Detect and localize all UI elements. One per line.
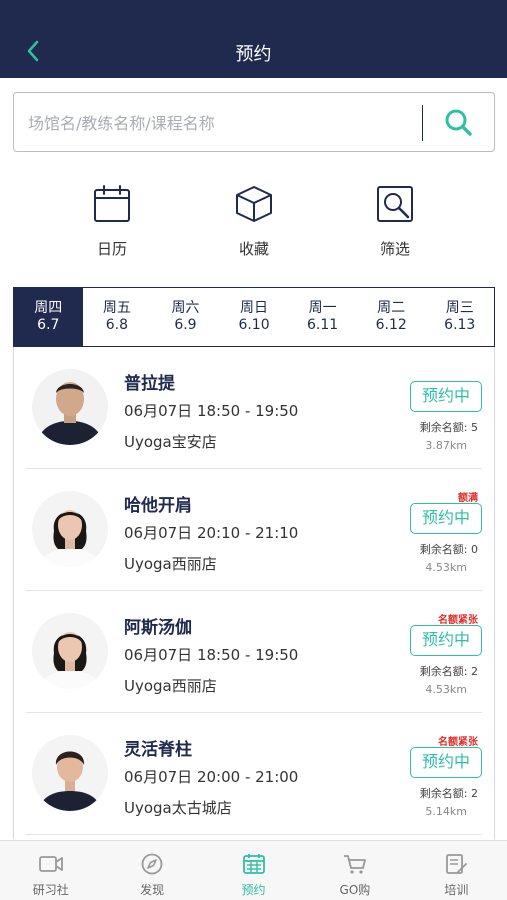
availability-badge: 名额紧张 (438, 615, 478, 626)
tab-weekday: 周二 (377, 300, 406, 316)
availability-badge: 名额紧张 (438, 737, 478, 748)
distance: 5.14km (425, 805, 467, 818)
tab-date: 6.12 (375, 317, 407, 333)
tab-study[interactable]: 研习社 (0, 841, 101, 900)
coach-avatar (32, 613, 108, 689)
book-button[interactable]: 预约中 (410, 381, 482, 412)
tab-label: 发现 (140, 883, 165, 897)
quick-actions: 日历 收藏 筛选 (0, 184, 507, 270)
date-tab-6[interactable]: 周三 6.13 (425, 288, 494, 346)
book-button[interactable]: 预约中 (410, 747, 482, 778)
search-divider (422, 105, 423, 141)
calendar-button[interactable]: 日历 (67, 184, 157, 259)
course-store: Uyoga西丽店 (124, 677, 217, 695)
tab-date: 6.9 (174, 317, 197, 333)
course-card[interactable]: 阿斯汤伽 06月07日 18:50 - 19:50 Uyoga西丽店 名额紧张 … (14, 591, 494, 713)
filter-label: 筛选 (379, 240, 410, 258)
coach-avatar (32, 735, 108, 811)
tab-booking[interactable]: 预约 (203, 841, 304, 900)
course-store: Uyoga西丽店 (124, 555, 217, 573)
tab-date: 6.10 (238, 317, 270, 333)
search-bar (13, 92, 495, 152)
page-title: 预约 (235, 44, 272, 65)
course-store: Uyoga太古城店 (124, 799, 232, 817)
coach-avatar (32, 369, 108, 445)
calendar-label: 日历 (96, 240, 127, 258)
remaining-slots: 剩余名额: 0 (419, 543, 478, 556)
search-button[interactable] (442, 107, 476, 139)
header-bar: 预约 (0, 0, 507, 78)
box-icon (236, 186, 272, 222)
tab-weekday: 周四 (34, 300, 63, 316)
course-time: 06月07日 18:50 - 19:50 (124, 402, 299, 420)
availability-badge: 额满 (458, 493, 478, 504)
coach-avatar (32, 491, 108, 567)
tab-date: 6.8 (105, 317, 128, 333)
tab-weekday: 周五 (102, 300, 131, 316)
search-input[interactable] (28, 107, 418, 139)
bottom-tab-bar: 研习社 发现 预约 GO购 培训 (0, 840, 507, 900)
tab-shop[interactable]: GO购 (304, 841, 405, 900)
tab-training[interactable]: 培训 (406, 841, 507, 900)
course-store: Uyoga宝安店 (124, 433, 217, 451)
remaining-slots: 剩余名额: 5 (419, 421, 478, 434)
distance: 4.53km (425, 683, 467, 696)
tab-discover[interactable]: 发现 (101, 841, 202, 900)
filter-search-icon (377, 186, 413, 222)
cart-icon (343, 855, 366, 874)
date-tab-5[interactable]: 周二 6.12 (357, 288, 426, 346)
tab-label: 研习社 (32, 883, 69, 897)
course-title: 阿斯汤伽 (124, 618, 192, 638)
course-card[interactable]: 普拉提 06月07日 18:50 - 19:50 Uyoga宝安店 预约中 剩余… (14, 347, 494, 469)
date-tab-1[interactable]: 周五 6.8 (83, 288, 152, 346)
tab-weekday: 周三 (445, 300, 474, 316)
tab-label: GO购 (339, 883, 371, 897)
video-camera-icon (38, 856, 63, 872)
tab-label: 培训 (444, 883, 469, 897)
document-edit-icon (446, 854, 468, 874)
date-tab-3[interactable]: 周日 6.10 (220, 288, 289, 346)
date-tab-4[interactable]: 周一 6.11 (288, 288, 357, 346)
date-tab-2[interactable]: 周六 6.9 (151, 288, 220, 346)
book-button[interactable]: 预约中 (410, 625, 482, 656)
course-time: 06月07日 20:10 - 21:10 (124, 524, 299, 542)
tab-weekday: 周六 (171, 300, 200, 316)
tab-weekday: 周一 (308, 300, 337, 316)
calendar-icon (94, 185, 130, 222)
remaining-slots: 剩余名额: 2 (419, 665, 478, 678)
compass-icon (141, 853, 163, 875)
course-time: 06月07日 20:00 - 21:00 (124, 768, 299, 786)
tab-date: 6.13 (444, 317, 476, 333)
distance: 4.53km (425, 561, 467, 574)
course-title: 灵活脊柱 (124, 740, 192, 760)
calendar-grid-icon (242, 854, 265, 874)
book-button[interactable]: 预约中 (410, 503, 482, 534)
course-title: 哈他开肩 (124, 496, 192, 516)
divider (26, 834, 482, 835)
remaining-slots: 剩余名额: 2 (419, 787, 478, 800)
course-card[interactable]: 哈他开肩 06月07日 20:10 - 21:10 Uyoga西丽店 额满 预约… (14, 469, 494, 591)
tab-date: 6.7 (37, 317, 60, 333)
course-card[interactable]: 灵活脊柱 06月07日 20:00 - 21:00 Uyoga太古城店 名额紧张… (14, 713, 494, 835)
favorites-button[interactable]: 收藏 (209, 184, 299, 259)
filter-button[interactable]: 筛选 (350, 184, 440, 259)
tab-date: 6.11 (307, 317, 339, 333)
course-list: 普拉提 06月07日 18:50 - 19:50 Uyoga宝安店 预约中 剩余… (13, 347, 495, 839)
search-icon (445, 109, 472, 136)
date-tab-0[interactable]: 周四 6.7 (14, 288, 83, 346)
distance: 3.87km (425, 439, 467, 452)
course-time: 06月07日 18:50 - 19:50 (124, 646, 299, 664)
favorites-label: 收藏 (238, 240, 269, 258)
tab-weekday: 周日 (240, 300, 269, 316)
course-title: 普拉提 (124, 374, 175, 394)
date-tabs: 周四 6.7 周五 6.8 周六 6.9 周日 6.10 周一 6.11 周二 6.12 周… (13, 287, 495, 347)
tab-label: 预约 (241, 883, 266, 897)
